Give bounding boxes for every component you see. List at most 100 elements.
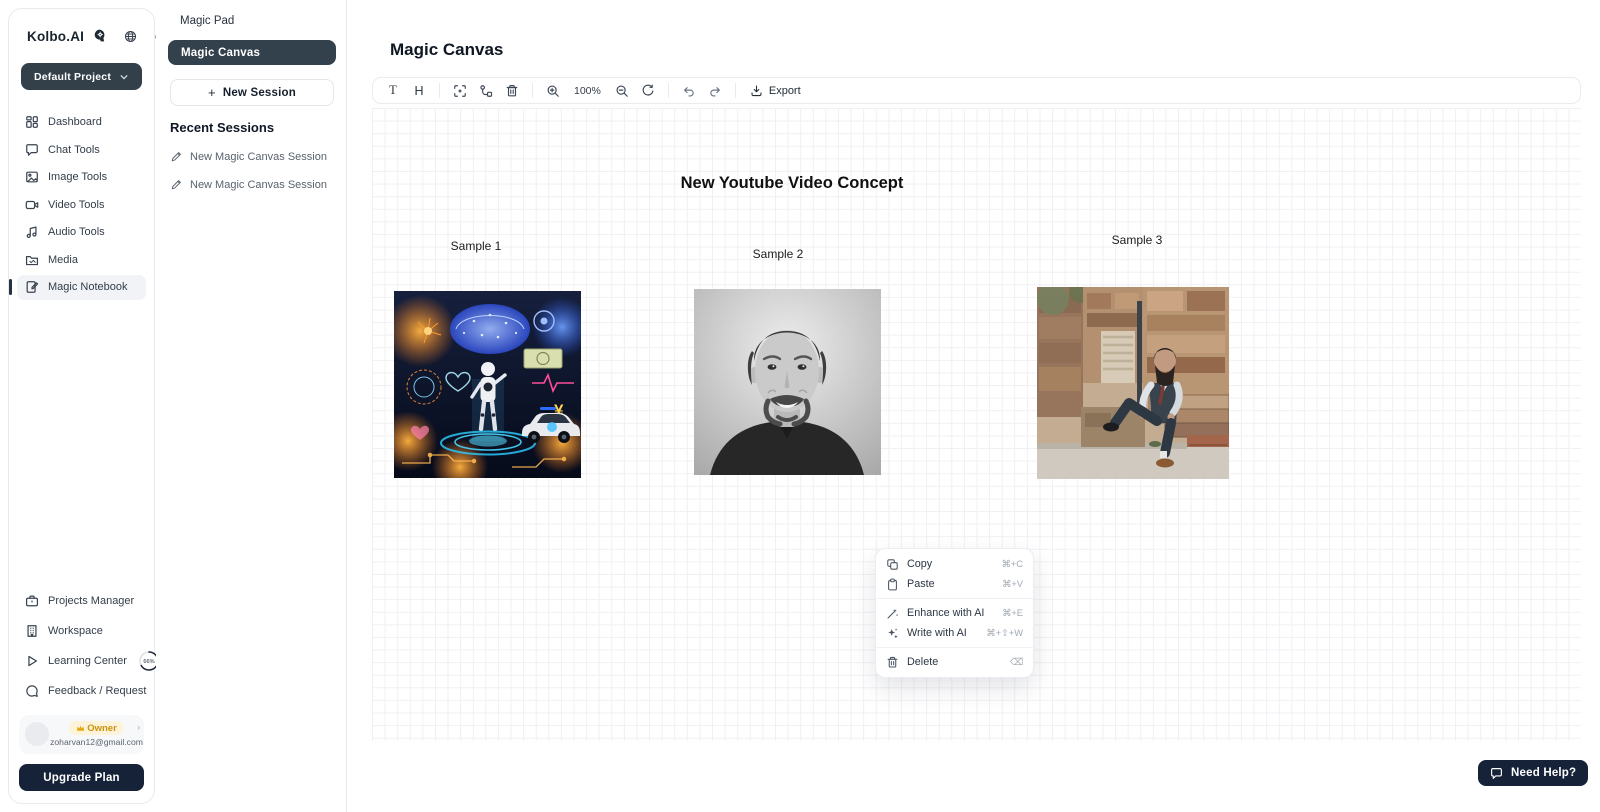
heading-tool-button[interactable]: H [407, 80, 431, 101]
sidebar-item-label: Media [48, 254, 78, 266]
sample-3-label[interactable]: Sample 3 [1112, 233, 1163, 247]
tab-magic-pad[interactable]: Magic Pad [180, 15, 234, 27]
shortcut: ⌘+C [1002, 559, 1023, 570]
upgrade-plan-button[interactable]: Upgrade Plan [19, 764, 144, 791]
canvas-toolbar: T H 100% Export [372, 77, 1581, 104]
connector-tool-button[interactable] [474, 80, 498, 101]
chevron-down-icon [119, 72, 129, 82]
session-item[interactable]: New Magic Canvas Session [170, 179, 327, 191]
toolbar-separator [668, 83, 669, 98]
tab-magic-canvas[interactable]: Magic Canvas [168, 40, 336, 65]
zoom-level: 100% [567, 85, 608, 97]
session-item-label: New Magic Canvas Session [190, 151, 327, 163]
session-item[interactable]: New Magic Canvas Session [170, 151, 327, 163]
sidebar-item-projects-manager[interactable]: Projects Manager [17, 587, 146, 615]
need-help-button[interactable]: Need Help? [1478, 760, 1588, 786]
recent-sessions-title: Recent Sessions [170, 120, 274, 135]
toolbar-separator [735, 83, 736, 98]
page-title: Magic Canvas [390, 40, 503, 60]
sidebar-item-chat-tools[interactable]: Chat Tools [17, 138, 146, 163]
toolbar-separator [532, 83, 533, 98]
sidebar-item-magic-notebook[interactable]: Magic Notebook [17, 275, 146, 300]
ai-select-tool-button[interactable] [448, 80, 472, 101]
pencil-icon [170, 151, 182, 163]
sidebar-item-learning-center[interactable]: Learning Center 66% [17, 647, 146, 675]
paste-clipboard-icon [886, 578, 899, 591]
context-menu-item-enhance-with-ai[interactable]: Enhance with AI ⌘+E [876, 603, 1033, 623]
sidebar-item-label: Feedback / Request [48, 685, 146, 697]
sidebar-item-dashboard[interactable]: Dashboard [17, 110, 146, 135]
sidebar-item-feedback[interactable]: Feedback / Request [17, 677, 146, 705]
language-globe-icon[interactable] [124, 30, 137, 43]
play-icon [25, 654, 39, 668]
owner-badge: Owner [69, 721, 124, 735]
redo-button[interactable] [703, 80, 727, 101]
shortcut: ⌘+E [1002, 608, 1023, 619]
context-menu-item-delete[interactable]: Delete ⌫ [876, 652, 1033, 672]
pencil-icon [170, 179, 182, 191]
user-card[interactable]: Owner zoharvan12@gmail.com › [19, 715, 144, 754]
sidebar-item-video-tools[interactable]: Video Tools [17, 193, 146, 218]
sidebar-item-image-tools[interactable]: Image Tools [17, 165, 146, 190]
zoom-in-button[interactable] [541, 80, 565, 101]
project-selector[interactable]: Default Project [21, 63, 142, 90]
toolbar-separator [439, 83, 440, 98]
canvas-area[interactable]: New Youtube Video Concept Sample 1 Sampl… [372, 108, 1581, 741]
sidebar: Kolbo.AI Default Project Dashboard [8, 8, 155, 804]
shortcut: ⌘+V [1002, 579, 1023, 590]
zoom-out-button[interactable] [610, 80, 634, 101]
progress-ring-value: 66% [143, 659, 154, 665]
context-menu-item-write-with-ai[interactable]: Write with AI ⌘+⇧+W [876, 623, 1033, 643]
sample-2-label[interactable]: Sample 2 [753, 247, 804, 261]
export-button[interactable]: Export [744, 84, 807, 97]
building-icon [25, 624, 39, 638]
canvas-heading[interactable]: New Youtube Video Concept [681, 174, 904, 193]
new-session-button[interactable]: + New Session [170, 79, 334, 106]
shortcut: ⌘+⇧+W [986, 628, 1023, 639]
sidebar-footer: Projects Manager Workspace Learning Cent… [17, 587, 146, 791]
media-folder-icon [25, 253, 39, 267]
session-item-label: New Magic Canvas Session [190, 179, 327, 191]
sidebar-header: Kolbo.AI [17, 23, 146, 49]
sparkles-icon [886, 627, 899, 640]
selected-accent-bar [9, 279, 12, 295]
copy-icon [886, 558, 899, 571]
shortcut: ⌫ [1010, 657, 1023, 668]
trash-icon [886, 656, 899, 669]
dashboard-icon [25, 115, 39, 129]
audio-icon [25, 225, 39, 239]
context-menu-item-copy[interactable]: Copy ⌘+C [876, 554, 1033, 574]
canvas-image-man-on-ruins[interactable] [1037, 287, 1229, 479]
sidebar-item-label: Dashboard [48, 116, 102, 128]
help-chat-icon [1490, 767, 1503, 780]
sample-1-label[interactable]: Sample 1 [451, 239, 502, 253]
sidebar-item-label: Chat Tools [48, 144, 100, 156]
delete-tool-button[interactable] [500, 80, 524, 101]
canvas-image-portrait[interactable] [694, 289, 881, 475]
context-menu-item-paste[interactable]: Paste ⌘+V [876, 574, 1033, 594]
undo-button[interactable] [677, 80, 701, 101]
logo-head-icon [92, 28, 108, 44]
user-email: zoharvan12@gmail.com [50, 737, 143, 747]
user-menu-chevron-icon: › [137, 723, 140, 732]
magic-wand-icon [886, 607, 899, 620]
sidebar-item-label: Workspace [48, 625, 103, 637]
image-icon [25, 170, 39, 184]
sessions-panel: Magic Pad Magic Canvas + New Session Rec… [156, 0, 347, 812]
avatar [25, 722, 49, 746]
context-menu-divider [876, 647, 1033, 648]
sidebar-item-media[interactable]: Media [17, 248, 146, 273]
reset-view-button[interactable] [636, 80, 660, 101]
sidebar-item-workspace[interactable]: Workspace [17, 617, 146, 645]
crown-icon [76, 724, 85, 733]
briefcase-icon [25, 594, 39, 608]
plus-icon: + [208, 85, 216, 100]
sidebar-item-label: Projects Manager [48, 595, 134, 607]
text-tool-button[interactable]: T [381, 80, 405, 101]
sidebar-item-label: Video Tools [48, 199, 104, 211]
sidebar-item-audio-tools[interactable]: Audio Tools [17, 220, 146, 245]
canvas-image-ai-robot[interactable]: ¥ [394, 291, 581, 478]
feedback-chat-icon [25, 684, 39, 698]
sidebar-nav: Dashboard Chat Tools Image Tools Video T… [17, 110, 146, 300]
notebook-icon [25, 280, 39, 294]
